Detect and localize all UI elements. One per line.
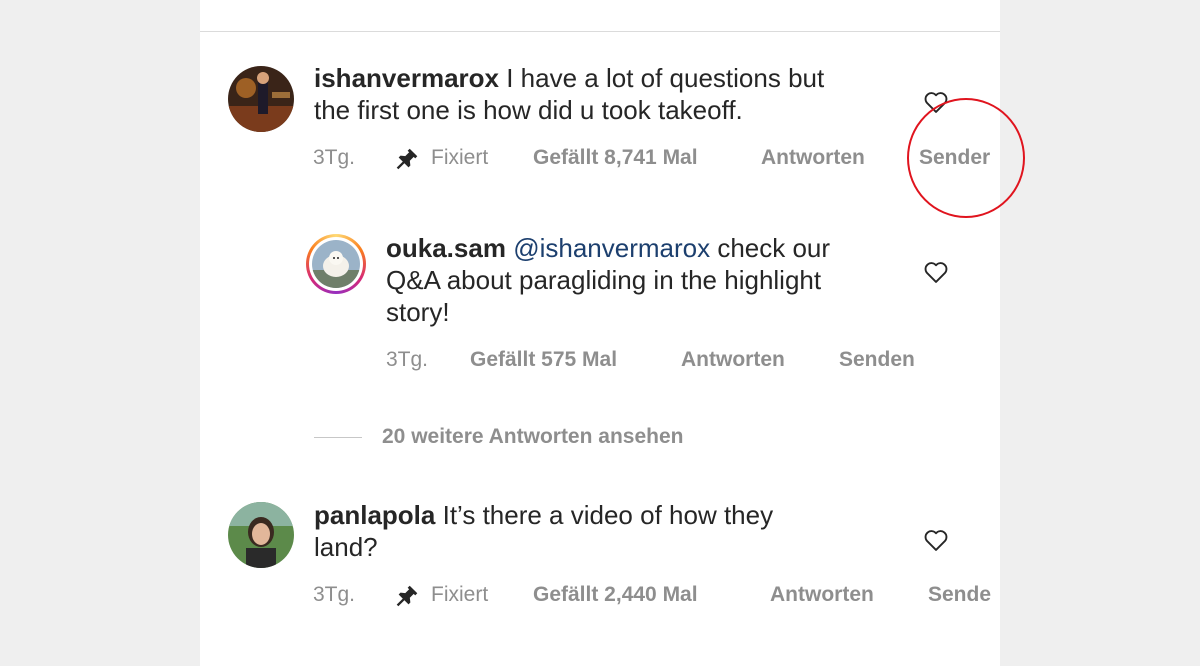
- comment-text: ishanvermarox I have a lot of questions …: [314, 63, 825, 125]
- heart-icon[interactable]: [922, 526, 950, 554]
- reply-button[interactable]: Antworten: [761, 146, 865, 170]
- pinned-label: Fixiert: [431, 146, 489, 169]
- pin-icon: [396, 585, 418, 607]
- comment-time: 3Tg.: [313, 146, 356, 169]
- reply-button[interactable]: Antworten: [681, 348, 785, 372]
- comment-username[interactable]: ishanvermarox: [314, 63, 499, 93]
- comments-panel: ishanvermarox I have a lot of questions …: [200, 0, 1000, 666]
- avatar-ouka-sam[interactable]: [306, 234, 366, 294]
- reply-time: 3Tg.: [386, 348, 429, 371]
- mention-link[interactable]: @ishanvermarox: [513, 233, 710, 263]
- likes-count[interactable]: Gefällt 8,741 Mal: [533, 146, 698, 170]
- send-button[interactable]: Sende: [928, 583, 991, 607]
- send-button[interactable]: Senden: [839, 348, 915, 372]
- comment-meta: 3Tg. Fixiert Gefällt 2,440 Mal Antworten…: [200, 583, 1000, 609]
- reply-username[interactable]: ouka.sam: [386, 233, 506, 263]
- reply-text: ouka.sam @ishanvermarox check our Q&A ab…: [386, 233, 831, 327]
- highlight-circle-annotation: [907, 98, 1025, 218]
- avatar-ishanvermarox[interactable]: [228, 66, 294, 132]
- comment-text: panlapola It’s there a video of how they…: [314, 500, 774, 562]
- pin-icon: [396, 148, 418, 170]
- comment-meta: 3Tg. Fixiert Gefällt 8,741 Mal Antworten…: [200, 146, 1000, 172]
- heart-icon[interactable]: [922, 258, 950, 286]
- view-more-replies-button[interactable]: 20 weitere Antworten ansehen: [382, 425, 683, 449]
- comment-username[interactable]: panlapola: [314, 500, 435, 530]
- pinned-label: Fixiert: [431, 583, 489, 606]
- avatar-panlapola[interactable]: [228, 502, 294, 568]
- likes-count[interactable]: Gefällt 575 Mal: [470, 348, 617, 372]
- divider: [314, 437, 362, 438]
- likes-count[interactable]: Gefällt 2,440 Mal: [533, 583, 698, 607]
- reply-meta: 3Tg. Gefällt 575 Mal Antworten Senden: [200, 348, 1000, 374]
- reply-button[interactable]: Antworten: [770, 583, 874, 607]
- divider: [200, 31, 1000, 32]
- comment-time: 3Tg.: [313, 583, 356, 606]
